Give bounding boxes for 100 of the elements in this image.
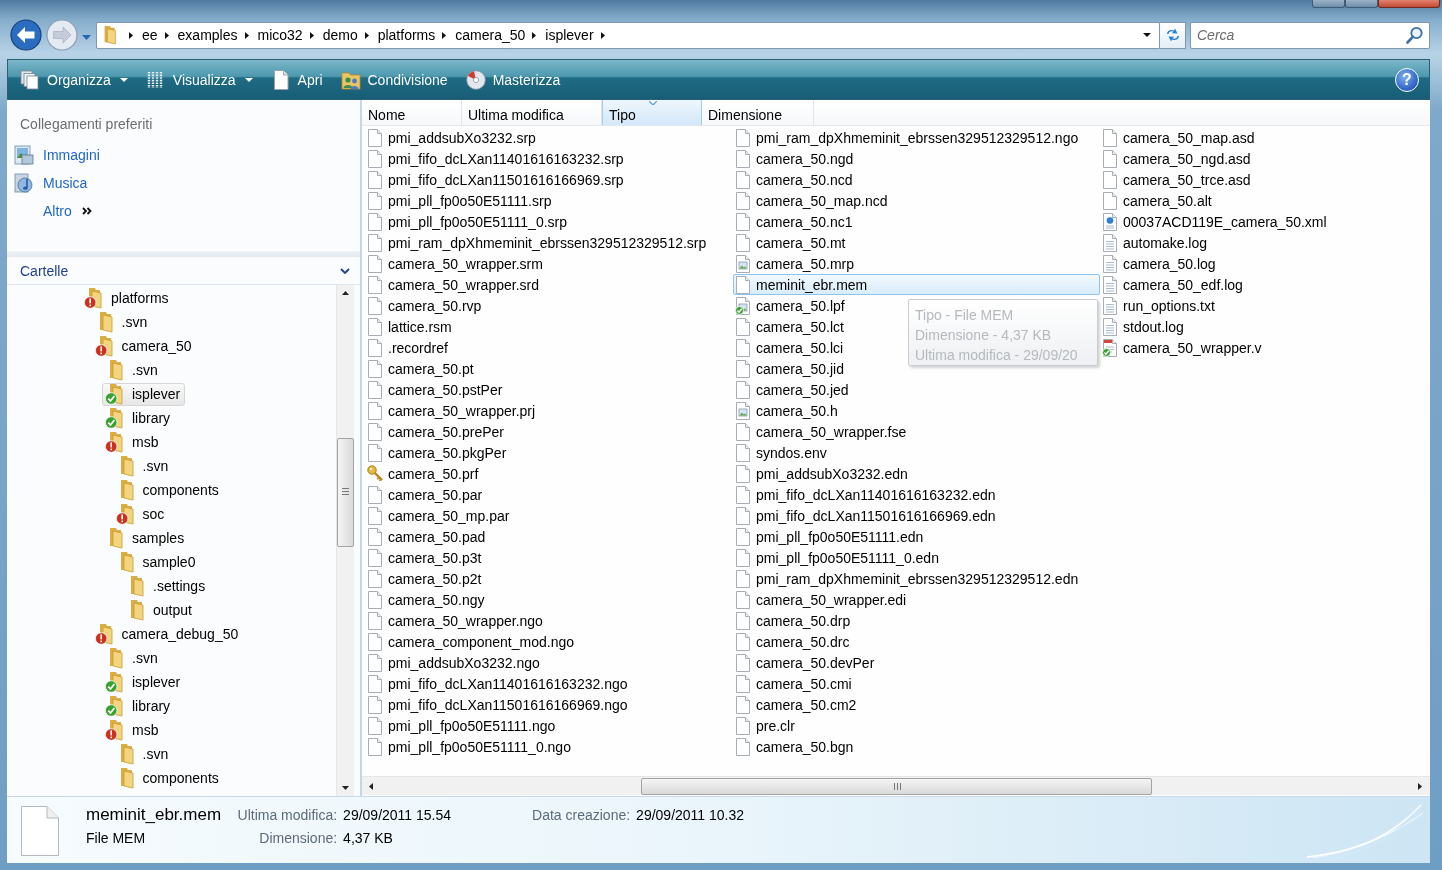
file-item[interactable]: camera_50.mrp: [733, 253, 862, 274]
file-item[interactable]: camera_50.par: [365, 484, 490, 505]
column-header[interactable]: Nome: [362, 100, 462, 125]
file-item[interactable]: pre.clr: [733, 715, 802, 736]
file-item[interactable]: camera_50.rvp: [365, 295, 489, 316]
file-item[interactable]: camera_50.ngy: [365, 589, 492, 610]
file-item[interactable]: camera_50.cmi: [733, 673, 859, 694]
favorite-link[interactable]: Musica: [7, 169, 92, 197]
breadcrumb[interactable]: examples: [177, 27, 238, 43]
file-item[interactable]: camera_50.p2t: [365, 568, 489, 589]
tree-item[interactable]: .svn: [102, 358, 163, 382]
breadcrumb[interactable]: ee: [142, 27, 158, 43]
file-item[interactable]: camera_50.lci: [733, 337, 851, 358]
column-header[interactable]: Tipo: [602, 100, 702, 125]
file-item[interactable]: camera_50.pkgPer: [365, 442, 514, 463]
file-item[interactable]: pmi_pll_fp0o50E51111_0.edn: [733, 547, 946, 568]
file-item[interactable]: camera_50.pt: [365, 358, 481, 379]
tree-item[interactable]: sample0: [112, 550, 201, 574]
file-item[interactable]: camera_50_wrapper.edi: [733, 589, 914, 610]
file-item[interactable]: camera_50_wrapper.prj: [365, 400, 543, 421]
file-item[interactable]: pmi_pll_fp0o50E51111.ngo: [365, 715, 563, 736]
tree-item[interactable]: soc: [112, 502, 170, 526]
file-item[interactable]: camera_50_wrapper.ngo: [365, 610, 550, 631]
breadcrumb[interactable]: isplever: [545, 27, 594, 43]
tree-item[interactable]: isplever: [102, 670, 186, 694]
tree-item[interactable]: camera_debug_50: [91, 622, 244, 646]
file-item[interactable]: pmi_addsubXo3232.srp: [365, 127, 543, 148]
file-item[interactable]: camera_50.ngd: [733, 148, 861, 169]
file-item[interactable]: camera_50.cm2: [733, 694, 864, 715]
file-item[interactable]: camera_50_ngd.asd: [1100, 148, 1258, 169]
tree-item[interactable]: components: [112, 766, 224, 790]
search-field[interactable]: Cerca: [1190, 21, 1430, 49]
file-item[interactable]: pmi_fifo_dcLXan11401616163232.edn: [733, 484, 1003, 505]
file-item[interactable]: camera_50.drc: [733, 631, 857, 652]
tree-item[interactable]: .svn: [91, 310, 153, 334]
file-item[interactable]: pmi_ram_dpXhmeminit_ebrssen329512329512.edn: [733, 568, 1086, 589]
file-item[interactable]: camera_50.h: [733, 400, 845, 421]
file-item[interactable]: camera_50.lct: [733, 316, 851, 337]
triangle-right-icon[interactable]: [364, 31, 369, 39]
file-item[interactable]: pmi_fifo_dcLXan11401616163232.ngo: [365, 673, 635, 694]
triangle-right-icon[interactable]: [600, 31, 605, 39]
breadcrumb[interactable]: demo: [322, 27, 358, 43]
file-item[interactable]: pmi_fifo_dcLXan11501616166969.srp: [365, 169, 631, 190]
tree-item[interactable]: components: [112, 478, 224, 502]
file-item[interactable]: camera_50_wrapper.srm: [365, 253, 550, 274]
triangle-right-icon[interactable]: [164, 31, 169, 39]
maximize-button[interactable]: [1345, 0, 1378, 8]
toolbar-button[interactable]: Condivisione: [334, 64, 454, 95]
file-item[interactable]: camera_50.bgn: [733, 736, 861, 757]
address-bar[interactable]: ee examples mico32 demo platforms camera_50 isplever: [96, 21, 1160, 49]
file-item[interactable]: camera_50_wrapper.v: [1100, 337, 1269, 358]
folders-header[interactable]: Cartelle: [7, 257, 360, 285]
caret-down-icon[interactable]: [1143, 33, 1151, 37]
horizontal-scrollbar[interactable]: [362, 776, 1430, 795]
file-item[interactable]: camera_50.log: [1100, 253, 1223, 274]
file-item[interactable]: camera_50.p3t: [365, 547, 489, 568]
tree-item[interactable]: platforms: [81, 286, 174, 310]
triangle-right-icon[interactable]: [244, 31, 249, 39]
file-item[interactable]: stdout.log: [1100, 316, 1191, 337]
file-item[interactable]: automake.log: [1100, 232, 1215, 253]
file-item[interactable]: lattice.rsm: [365, 316, 459, 337]
file-item[interactable]: camera_50.devPer: [733, 652, 882, 673]
file-item[interactable]: pmi_addsubXo3232.ngo: [365, 652, 547, 673]
column-header[interactable]: Dimensione: [702, 100, 814, 125]
close-button[interactable]: [1378, 0, 1440, 8]
favorite-link[interactable]: Altro: [7, 197, 96, 225]
file-item[interactable]: camera_50_wrapper.fse: [733, 421, 914, 442]
favorite-link[interactable]: Immagini: [7, 141, 104, 169]
file-item[interactable]: camera_50.pstPer: [365, 379, 510, 400]
triangle-right-icon[interactable]: [309, 31, 314, 39]
tree-item[interactable]: isplever: [102, 382, 186, 406]
file-item[interactable]: camera_50.prePer: [365, 421, 511, 442]
tree-item[interactable]: .svn: [112, 454, 174, 478]
file-item[interactable]: camera_50.alt: [1100, 190, 1219, 211]
file-item[interactable]: camera_50_map.asd: [1100, 127, 1262, 148]
toolbar-button[interactable]: Masterizza: [459, 64, 567, 95]
file-item[interactable]: pmi_ram_dpXhmeminit_ebrssen329512329512.ngo: [733, 127, 1086, 148]
tree-item[interactable]: library: [102, 406, 176, 430]
tree-item[interactable]: library: [102, 694, 176, 718]
toolbar-button[interactable]: Apri: [264, 64, 329, 95]
file-item[interactable]: pmi_pll_fp0o50E51111.srp: [365, 190, 559, 211]
breadcrumb[interactable]: camera_50: [455, 27, 526, 43]
file-item[interactable]: camera_50_edf.log: [1100, 274, 1250, 295]
file-item[interactable]: camera_50.jed: [733, 379, 856, 400]
file-item[interactable]: 00037ACD119E_camera_50.xml: [1100, 211, 1334, 232]
file-item[interactable]: camera_50.prf: [365, 463, 486, 484]
tree-item[interactable]: .svn: [112, 742, 174, 766]
breadcrumb[interactable]: mico32: [257, 27, 303, 43]
tree-item[interactable]: msb: [102, 430, 164, 454]
file-item[interactable]: camera_component_mod.ngo: [365, 631, 581, 652]
file-item[interactable]: camera_50.ncd: [733, 169, 860, 190]
file-item[interactable]: camera_50_map.ncd: [733, 190, 895, 211]
tree-item[interactable]: msb: [102, 718, 164, 742]
file-item[interactable]: camera_50_wrapper.srd: [365, 274, 546, 295]
file-item[interactable]: camera_50_trce.asd: [1100, 169, 1258, 190]
file-item[interactable]: pmi_fifo_dcLXan11501616166969.edn: [733, 505, 1003, 526]
back-button[interactable]: [10, 19, 42, 51]
file-item[interactable]: pmi_fifo_dcLXan11401616163232.srp: [365, 148, 631, 169]
file-item[interactable]: camera_50.lpf: [733, 295, 852, 316]
file-item[interactable]: run_options.txt: [1100, 295, 1222, 316]
